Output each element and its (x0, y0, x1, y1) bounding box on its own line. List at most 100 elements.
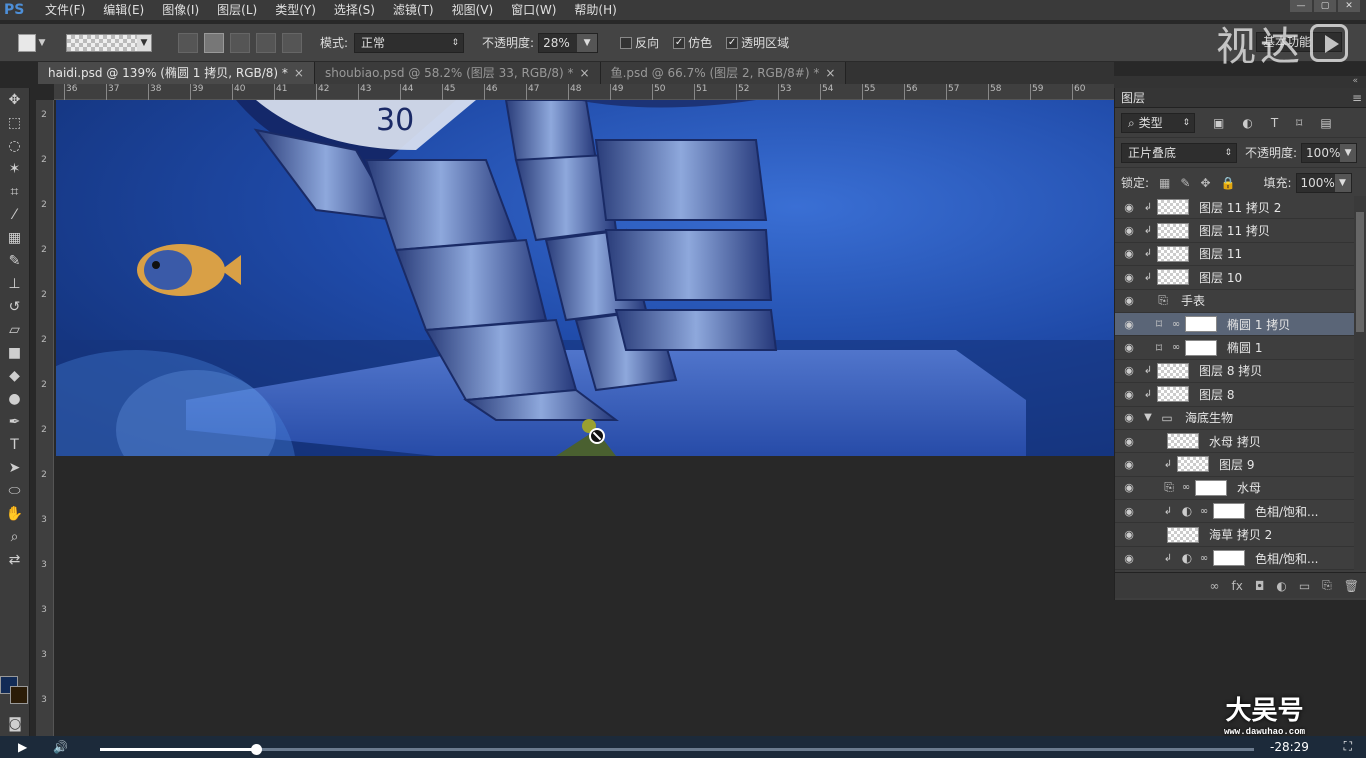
lasso-tool-icon[interactable]: ◌ (0, 134, 29, 157)
layers-tab[interactable]: 图层 ≡ (1115, 88, 1366, 108)
reverse-option[interactable]: 反向 (620, 34, 659, 51)
layer-row[interactable]: ◉ ↲ 图层 9 (1115, 453, 1355, 477)
dither-option[interactable]: ✓ 仿色 (673, 34, 712, 51)
layer-row[interactable]: ◉ ↲ ◐ ∞ 色相/饱和... (1115, 546, 1355, 570)
new-adjustment-icon[interactable]: ◐ (1276, 579, 1286, 593)
visibility-eye-icon[interactable]: ◉ (1115, 318, 1143, 331)
transparency-option[interactable]: ✓ 透明区域 (726, 34, 789, 51)
volume-icon[interactable]: 🔊 (53, 740, 68, 754)
type-tool-icon[interactable]: T (0, 433, 29, 456)
type-filter-icon[interactable]: T (1271, 116, 1278, 130)
menu-view[interactable]: 视图(V) (443, 0, 503, 20)
crop-tool-icon[interactable]: ⌗ (0, 180, 29, 203)
kind-filter-select[interactable]: ⌕ 类型 ⇕ (1121, 112, 1195, 133)
menu-layer[interactable]: 图层(L) (208, 0, 266, 20)
gradient-tool-icon[interactable]: ■ (0, 341, 29, 364)
layer-row[interactable]: ◉ ↲ ◐ ∞ 色相/饱和... (1115, 500, 1355, 524)
eraser-tool-icon[interactable]: ▱ (0, 318, 29, 341)
lock-transparent-icon[interactable]: ▦ (1159, 176, 1170, 190)
reflected-gradient-button[interactable] (256, 32, 276, 53)
radial-gradient-button[interactable] (204, 32, 224, 53)
visibility-eye-icon[interactable]: ◉ (1115, 364, 1143, 377)
layer-row[interactable]: ◉ ⌑ ∞ 椭圆 1 (1115, 336, 1355, 360)
layer-row[interactable]: ◉ ↲ 图层 8 拷贝 (1115, 359, 1355, 384)
maximize-button[interactable]: ▢ (1314, 0, 1336, 12)
visibility-eye-icon[interactable]: ◉ (1115, 294, 1143, 307)
tab-shoubiao[interactable]: shoubiao.psd @ 58.2% (图层 33, RGB/8) * × (314, 62, 601, 84)
path-selection-tool-icon[interactable]: ➤ (0, 456, 29, 479)
magic-wand-tool-icon[interactable]: ✶ (0, 157, 29, 180)
visibility-eye-icon[interactable]: ◉ (1115, 271, 1143, 284)
reverse-checkbox[interactable] (620, 36, 633, 49)
move-tool-icon[interactable]: ✥ (0, 88, 29, 111)
ellipse-tool-icon[interactable]: ⬭ (0, 479, 29, 502)
minimize-button[interactable]: — (1290, 0, 1312, 12)
visibility-eye-icon[interactable]: ◉ (1115, 528, 1143, 541)
panel-collapse-icon[interactable]: « (1114, 76, 1366, 88)
layer-row[interactable]: ◉ ↲ 图层 11 拷贝 2 (1115, 196, 1355, 220)
adjustment-filter-icon[interactable]: ◐ (1242, 116, 1252, 130)
seek-handle[interactable] (250, 744, 262, 755)
layer-row[interactable]: ◉ 海草 拷贝 2 (1115, 523, 1355, 547)
visibility-eye-icon[interactable]: ◉ (1115, 201, 1143, 214)
layer-row[interactable]: ◉ ↲ 图层 11 拷贝 (1115, 219, 1355, 243)
layer-row[interactable]: ◉ ⎘ 手表 (1115, 289, 1355, 313)
menu-file[interactable]: 文件(F) (36, 0, 94, 20)
angle-gradient-button[interactable] (230, 32, 250, 53)
eyedropper-tool-icon[interactable]: ⁄ (0, 203, 29, 226)
layer-opacity-field[interactable]: 100% ▼ (1301, 142, 1358, 163)
new-group-icon[interactable]: ▭ (1299, 579, 1310, 593)
seek-bar[interactable] (100, 744, 1254, 755)
tab-fish[interactable]: 鱼.psd @ 66.7% (图层 2, RGB/8#) * × (600, 62, 847, 84)
close-icon[interactable]: × (294, 66, 304, 80)
link-chain-icon[interactable]: ∞ (1199, 553, 1209, 564)
pen-tool-icon[interactable]: ✒ (0, 410, 29, 433)
background-color-swatch[interactable] (10, 686, 28, 704)
menu-edit[interactable]: 编辑(E) (94, 0, 153, 20)
fill-dropdown-icon[interactable]: ▼ (1334, 173, 1351, 192)
visibility-eye-icon[interactable]: ◉ (1115, 481, 1143, 494)
scrollbar-thumb[interactable] (1356, 212, 1364, 332)
new-layer-icon[interactable]: ⎘ (1322, 578, 1332, 593)
link-chain-icon[interactable]: ∞ (1171, 342, 1181, 353)
layer-row[interactable]: ◉ ↲ 图层 8 (1115, 383, 1355, 407)
layer-row[interactable]: ◉ ↲ 图层 10 (1115, 266, 1355, 290)
close-icon[interactable]: × (580, 66, 590, 80)
layer-row[interactable]: ◉ ↲ 图层 11 (1115, 242, 1355, 267)
fill-field[interactable]: 100% ▼ (1295, 172, 1352, 193)
visibility-eye-icon[interactable]: ◉ (1115, 388, 1143, 401)
menu-filter[interactable]: 滤镜(T) (384, 0, 443, 20)
lock-image-icon[interactable]: ✎ (1180, 176, 1190, 190)
linear-gradient-button[interactable] (178, 32, 198, 53)
link-layers-icon[interactable]: ∞ (1210, 579, 1220, 593)
opacity-dropdown-icon[interactable]: ▼ (1340, 143, 1357, 162)
add-mask-icon[interactable]: ◘ (1255, 579, 1265, 593)
link-chain-icon[interactable]: ∞ (1171, 319, 1181, 330)
visibility-eye-icon[interactable]: ◉ (1115, 411, 1143, 424)
visibility-eye-icon[interactable]: ◉ (1115, 247, 1143, 260)
menu-help[interactable]: 帮助(H) (565, 0, 625, 20)
pixel-filter-icon[interactable]: ▣ (1213, 116, 1224, 130)
gradient-preview[interactable]: ▼ (66, 33, 152, 52)
dither-checkbox[interactable]: ✓ (673, 36, 686, 49)
close-icon[interactable]: × (825, 66, 835, 80)
menu-image[interactable]: 图像(I) (153, 0, 208, 20)
layer-row-selected[interactable]: ◉ ⌑ ∞ 椭圆 1 拷贝 (1115, 312, 1355, 337)
play-icon[interactable]: ▶ (18, 740, 27, 754)
menu-select[interactable]: 选择(S) (325, 0, 384, 20)
opacity-dropdown-icon[interactable]: ▼ (577, 33, 598, 52)
visibility-eye-icon[interactable]: ◉ (1115, 458, 1143, 471)
shape-filter-icon[interactable]: ⌑ (1296, 116, 1302, 130)
fullscreen-icon[interactable]: ⛶ (1344, 739, 1352, 754)
zoom-tool-icon[interactable]: ⌕ (0, 525, 29, 548)
fx-icon[interactable]: fx (1232, 579, 1243, 593)
document-canvas[interactable]: 30 (56, 100, 1114, 456)
blur-tool-icon[interactable]: ◆ (0, 364, 29, 387)
layer-group-row[interactable]: ◉ ▼ ▭ 海底生物 (1115, 406, 1355, 430)
quick-mask-icon[interactable]: ◙ (0, 712, 30, 735)
mode-select[interactable]: 正常 ⇕ (354, 32, 465, 53)
visibility-eye-icon[interactable]: ◉ (1115, 552, 1143, 565)
lock-position-icon[interactable]: ✥ (1200, 176, 1210, 190)
healing-brush-tool-icon[interactable]: ▦ (0, 226, 29, 249)
close-window-button[interactable]: ✕ (1338, 0, 1360, 12)
